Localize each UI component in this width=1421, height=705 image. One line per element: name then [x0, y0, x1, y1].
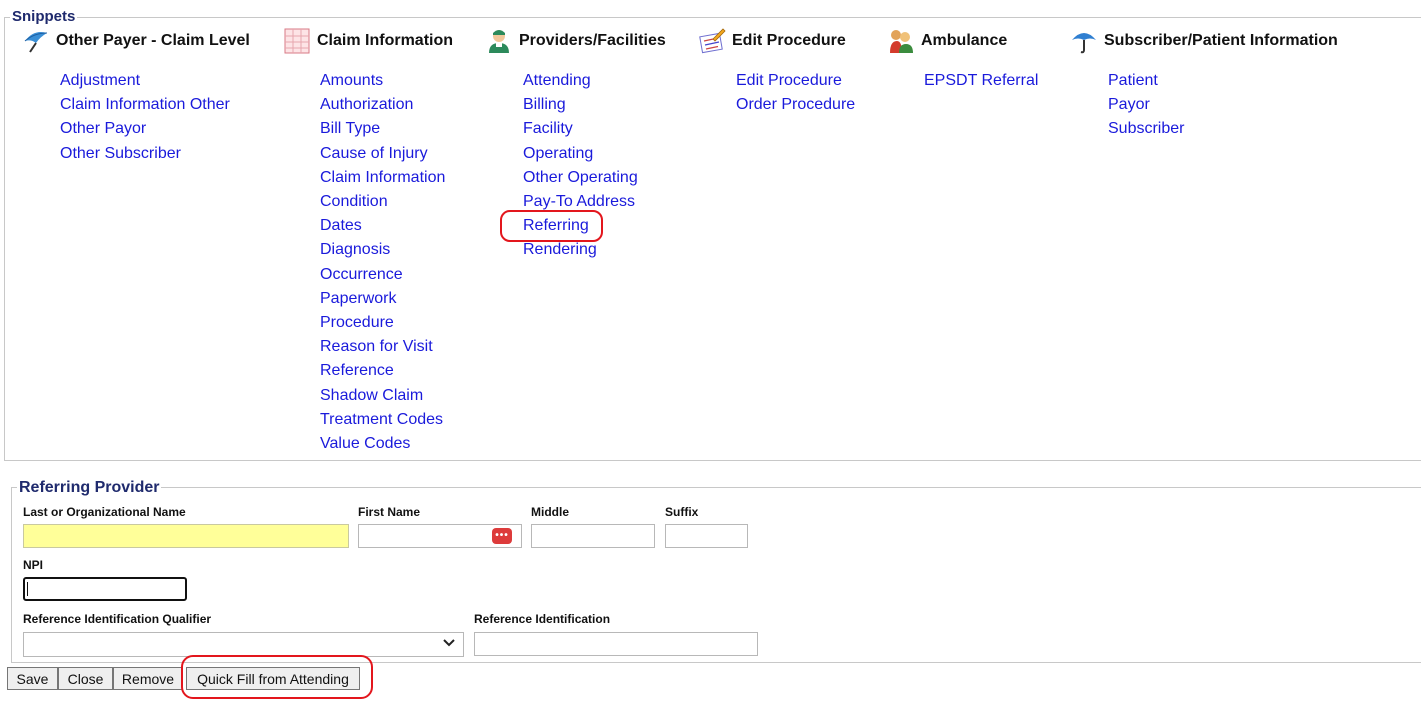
link-authorization[interactable]: Authorization — [320, 93, 445, 117]
links-subscriber-patient: Patient Payor Subscriber — [1108, 69, 1184, 142]
middle-label: Middle — [531, 505, 569, 519]
link-adjustment[interactable]: Adjustment — [60, 69, 230, 93]
people-icon — [887, 27, 915, 55]
column-header-edit-procedure: Edit Procedure — [698, 27, 846, 55]
link-cause-of-injury[interactable]: Cause of Injury — [320, 142, 445, 166]
link-billing[interactable]: Billing — [523, 93, 638, 117]
link-dates[interactable]: Dates — [320, 214, 445, 238]
link-occurrence[interactable]: Occurrence — [320, 263, 445, 287]
link-operating[interactable]: Operating — [523, 142, 638, 166]
column-header-other-payer: Other Payer - Claim Level — [22, 27, 250, 55]
column-title: Providers/Facilities — [519, 32, 666, 49]
snippets-legend: Snippets — [10, 8, 78, 25]
save-button[interactable]: Save — [7, 667, 58, 690]
column-title: Subscriber/Patient Information — [1104, 32, 1338, 49]
link-rendering[interactable]: Rendering — [523, 238, 638, 262]
npi-label: NPI — [23, 558, 44, 572]
password-manager-icon[interactable]: ••• — [492, 528, 512, 544]
links-ambulance: EPSDT Referral — [924, 69, 1038, 93]
link-diagnosis[interactable]: Diagnosis — [320, 238, 445, 262]
link-patient[interactable]: Patient — [1108, 69, 1184, 93]
column-title: Other Payer - Claim Level — [56, 32, 250, 49]
link-paperwork[interactable]: Paperwork — [320, 287, 445, 311]
link-reference[interactable]: Reference — [320, 359, 445, 383]
ref-qualifier-label: Reference Identification Qualifier — [23, 612, 212, 626]
link-facility[interactable]: Facility — [523, 117, 638, 141]
suffix-label: Suffix — [665, 505, 699, 519]
link-edit-procedure[interactable]: Edit Procedure — [736, 69, 855, 93]
link-shadow-claim[interactable]: Shadow Claim — [320, 384, 445, 408]
links-claim-information: Amounts Authorization Bill Type Cause of… — [320, 69, 445, 456]
link-claim-information-other[interactable]: Claim Information Other — [60, 93, 230, 117]
npi-input[interactable] — [23, 577, 187, 601]
link-other-payor[interactable]: Other Payor — [60, 117, 230, 141]
ref-id-label: Reference Identification — [474, 612, 611, 626]
column-title: Edit Procedure — [732, 32, 846, 49]
ref-id-input[interactable] — [474, 632, 758, 656]
edit-document-icon — [698, 27, 726, 55]
link-subscriber[interactable]: Subscriber — [1108, 117, 1184, 141]
umbrella-blue-icon — [1070, 27, 1098, 55]
form-icon — [283, 27, 311, 55]
link-procedure[interactable]: Procedure — [320, 311, 445, 335]
last-name-label: Last or Organizational Name — [23, 505, 186, 519]
highlight-referring-annotation — [500, 210, 603, 242]
link-condition[interactable]: Condition — [320, 190, 445, 214]
column-header-ambulance: Ambulance — [887, 27, 1007, 55]
close-button[interactable]: Close — [58, 667, 113, 690]
middle-input[interactable] — [531, 524, 655, 548]
link-treatment-codes[interactable]: Treatment Codes — [320, 408, 445, 432]
first-name-label: First Name — [358, 505, 421, 519]
ref-qualifier-select[interactable] — [23, 632, 464, 657]
doctor-icon — [485, 27, 513, 55]
link-epsdt-referral[interactable]: EPSDT Referral — [924, 69, 1038, 93]
link-bill-type[interactable]: Bill Type — [320, 117, 445, 141]
text-cursor — [27, 582, 28, 596]
link-other-subscriber[interactable]: Other Subscriber — [60, 142, 230, 166]
link-order-procedure[interactable]: Order Procedure — [736, 93, 855, 117]
link-value-codes[interactable]: Value Codes — [320, 432, 445, 456]
umbrella-icon — [22, 27, 50, 55]
referring-provider-legend: Referring Provider — [17, 478, 162, 497]
link-other-operating[interactable]: Other Operating — [523, 166, 638, 190]
column-header-subscriber-patient: Subscriber/Patient Information — [1070, 27, 1338, 55]
column-header-providers-facilities: Providers/Facilities — [485, 27, 666, 55]
links-edit-procedure: Edit Procedure Order Procedure — [736, 69, 855, 117]
highlight-quick-fill-annotation — [181, 655, 373, 699]
link-payor[interactable]: Payor — [1108, 93, 1184, 117]
link-amounts[interactable]: Amounts — [320, 69, 445, 93]
suffix-input[interactable] — [665, 524, 748, 548]
chevron-down-icon — [443, 638, 455, 651]
column-title: Claim Information — [317, 32, 454, 49]
column-header-claim-information: Claim Information — [283, 27, 453, 55]
first-name-input[interactable]: ••• — [358, 524, 522, 548]
remove-button[interactable]: Remove — [113, 667, 183, 690]
last-name-input[interactable] — [23, 524, 349, 548]
link-claim-information[interactable]: Claim Information — [320, 166, 445, 190]
links-other-payer: Adjustment Claim Information Other Other… — [60, 69, 230, 166]
link-attending[interactable]: Attending — [523, 69, 638, 93]
column-title: Ambulance — [921, 32, 1008, 49]
link-reason-for-visit[interactable]: Reason for Visit — [320, 335, 445, 359]
